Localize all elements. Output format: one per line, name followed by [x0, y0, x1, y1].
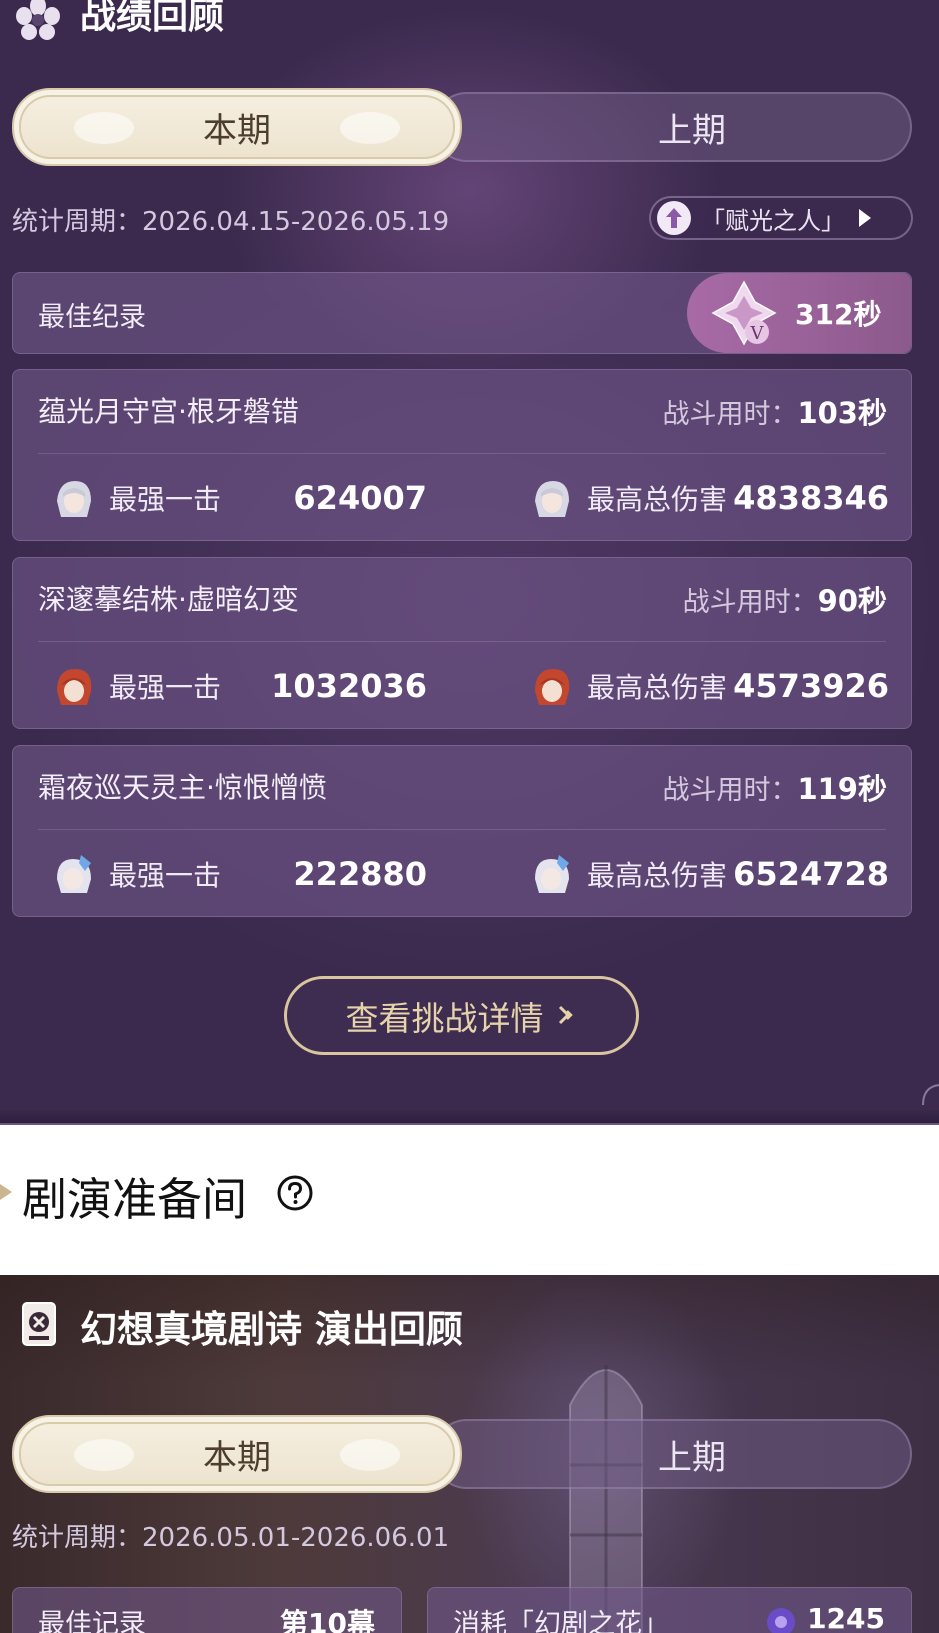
boss-card: 蕴光月守宫·根牙磐错 战斗用时：103秒 最强一击 624007 最高总伤害 4… [12, 369, 912, 541]
boss-card: 霜夜巡天灵主·惊恨憎愤 战斗用时：119秒 最强一击 222880 最高总伤害 … [12, 745, 912, 917]
tab-previous-label: 上期 [658, 1437, 726, 1478]
view-challenge-details-label: 查看挑战详情 [345, 998, 544, 1038]
best-record-card: 最佳纪录 V 312秒 [12, 272, 912, 354]
tab-previous-period[interactable]: 上期 [472, 88, 912, 166]
play-arrow-icon [859, 209, 871, 227]
rank-gem-icon: V [709, 278, 779, 348]
best-record-value: 第10幕 [280, 1607, 375, 1633]
total-damage-stat: 最高总伤害 6524728 [527, 846, 889, 902]
rehearsal-room-header: 剧演准备间 [0, 1125, 939, 1275]
total-damage-label: 最高总伤害 [587, 671, 728, 704]
tab-current-period[interactable]: 本期 [12, 1415, 462, 1493]
battle-time: 战斗用时：119秒 [662, 766, 887, 808]
silver-hair-avatar-icon [49, 473, 99, 523]
svg-text:V: V [750, 323, 765, 344]
strongest-hit-stat: 最强一击 624007 [49, 470, 429, 526]
best-record-label: 最佳记录 [38, 1609, 146, 1633]
tab-current-label: 本期 [203, 1437, 271, 1478]
tab-current-period[interactable]: 本期 [12, 88, 462, 166]
total-damage-value: 4838346 [733, 479, 889, 517]
tab-current-label: 本期 [203, 110, 271, 151]
battle-time-label: 战斗用时： [662, 775, 798, 806]
consume-value: 1245 [807, 1602, 885, 1633]
theater-review-header: 幻想真境剧诗 演出回顾 [20, 1299, 463, 1353]
stat-period-text: 统计周期：2026.05.01-2026.06.01 [12, 1523, 450, 1553]
strongest-hit-stat: 最强一击 222880 [49, 846, 429, 902]
battle-review-panel: 战绩回顾 本期 上期 统计周期：2026.04.15-2026.05.19 「赋… [0, 0, 939, 1125]
red-hair-avatar-icon [527, 661, 577, 711]
boss-name: 深邃摹结株·虚暗幻变 [38, 583, 299, 616]
battle-time: 战斗用时：90秒 [683, 578, 887, 620]
upgrade-arrow-icon [657, 201, 691, 235]
best-record-pill: V 312秒 [687, 273, 911, 353]
best-record-value: 312秒 [795, 298, 882, 331]
view-challenge-details-button[interactable]: 查看挑战详情 [284, 976, 639, 1055]
battle-time-value: 103秒 [797, 396, 887, 430]
total-damage-stat: 最高总伤害 4838346 [527, 470, 889, 526]
white-hair-blue-ornament-avatar-icon [49, 849, 99, 899]
badge-label: 「赋光之人」 [701, 206, 845, 235]
flower-emblem-icon [14, 0, 62, 40]
consume-card: 消耗「幻剧之花」 1245 [427, 1587, 912, 1633]
strongest-hit-value: 624007 [293, 479, 427, 517]
strongest-hit-stat: 最强一击 1032036 [49, 658, 429, 714]
red-hair-avatar-icon [49, 661, 99, 711]
battle-time-value: 119秒 [797, 772, 887, 806]
stat-period-text: 统计周期：2026.04.15-2026.05.19 [12, 207, 450, 237]
total-damage-value: 4573926 [733, 667, 889, 705]
theater-review-title: 幻想真境剧诗 演出回顾 [80, 1308, 463, 1351]
consume-label: 消耗「幻剧之花」 [453, 1609, 669, 1633]
tab-previous-period[interactable]: 上期 [472, 1415, 912, 1493]
card-divider [38, 829, 886, 830]
best-record-card: 最佳记录 第10幕 [12, 1587, 402, 1633]
strongest-hit-label: 最强一击 [109, 671, 222, 704]
card-x-icon [20, 1300, 58, 1352]
battle-review-header: 战绩回顾 [14, 0, 224, 40]
strongest-hit-label: 最强一击 [109, 859, 222, 892]
battle-time-value: 90秒 [817, 584, 887, 618]
strongest-hit-value: 1032036 [271, 667, 427, 705]
battle-time: 战斗用时：103秒 [662, 390, 887, 432]
fantasia-flower-icon [761, 1602, 801, 1633]
title-badge-button[interactable]: 「赋光之人」 [649, 196, 913, 240]
card-divider [38, 453, 886, 454]
white-hair-blue-ornament-avatar-icon [527, 849, 577, 899]
battle-time-label: 战斗用时： [682, 587, 818, 618]
strongest-hit-value: 222880 [293, 855, 427, 893]
total-damage-stat: 最高总伤害 4573926 [527, 658, 889, 714]
strongest-hit-label: 最强一击 [109, 483, 222, 516]
period-tabs: 本期 上期 [12, 88, 912, 166]
battle-review-title: 战绩回顾 [80, 0, 225, 37]
tab-previous-label: 上期 [658, 110, 726, 151]
card-divider [38, 641, 886, 642]
section-marker-icon [0, 1184, 12, 1200]
boss-name: 霜夜巡天灵主·惊恨憎愤 [38, 771, 327, 804]
battle-time-label: 战斗用时： [662, 399, 798, 430]
theater-review-panel: 幻想真境剧诗 演出回顾 本期 上期 统计周期：2026.05.01-2026.0… [0, 1275, 939, 1633]
silver-hair-avatar-icon [527, 473, 577, 523]
corner-ornament-icon [919, 1083, 939, 1111]
total-damage-label: 最高总伤害 [587, 483, 728, 516]
rehearsal-room-title: 剧演准备间 [22, 1173, 248, 1226]
boss-card: 深邃摹结株·虚暗幻变 战斗用时：90秒 最强一击 1032036 最高总伤害 4… [12, 557, 912, 729]
boss-name: 蕴光月守宫·根牙磐错 [38, 395, 299, 428]
total-damage-value: 6524728 [733, 855, 889, 893]
double-chevron-right-icon [556, 996, 578, 1035]
help-icon[interactable] [276, 1174, 314, 1212]
total-damage-label: 最高总伤害 [587, 859, 728, 892]
best-record-label: 最佳纪录 [38, 302, 146, 333]
period-tabs: 本期 上期 [12, 1415, 912, 1493]
